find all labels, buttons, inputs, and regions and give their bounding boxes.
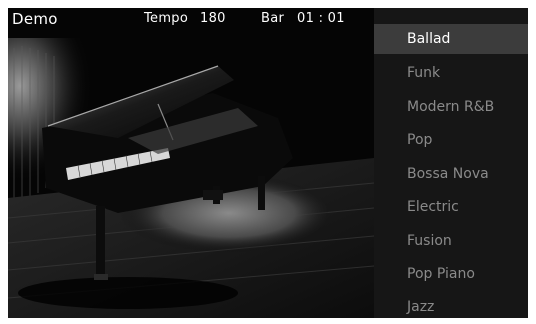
style-item-fusion[interactable]: Fusion xyxy=(374,226,528,256)
style-menu: Ballad Funk Modern R&B Pop Bossa Nova El… xyxy=(374,8,528,318)
status-header: Demo Tempo 180 Bar 01 : 01 xyxy=(8,8,374,34)
tempo-label: Tempo xyxy=(144,11,189,26)
style-item-jazz[interactable]: Jazz xyxy=(374,292,528,318)
style-item-bossa-nova[interactable]: Bossa Nova xyxy=(374,159,528,189)
keyboard-display-screen: Demo Tempo 180 Bar 01 : 01 Ballad Funk M… xyxy=(0,0,536,324)
demo-title: Demo xyxy=(12,10,58,28)
grand-piano-image xyxy=(8,8,374,318)
style-item-electric[interactable]: Electric xyxy=(374,192,528,222)
display-panel: Demo Tempo 180 Bar 01 : 01 Ballad Funk M… xyxy=(8,8,528,318)
bar-value: 01 : 01 xyxy=(297,11,345,26)
style-item-ballad[interactable]: Ballad xyxy=(374,24,528,54)
style-item-modern-rnb[interactable]: Modern R&B xyxy=(374,92,528,122)
style-item-funk[interactable]: Funk xyxy=(374,58,528,88)
style-item-pop-piano[interactable]: Pop Piano xyxy=(374,259,528,289)
bar-label: Bar xyxy=(261,11,285,26)
style-item-pop[interactable]: Pop xyxy=(374,125,528,155)
tempo-value: 180 xyxy=(200,11,226,26)
